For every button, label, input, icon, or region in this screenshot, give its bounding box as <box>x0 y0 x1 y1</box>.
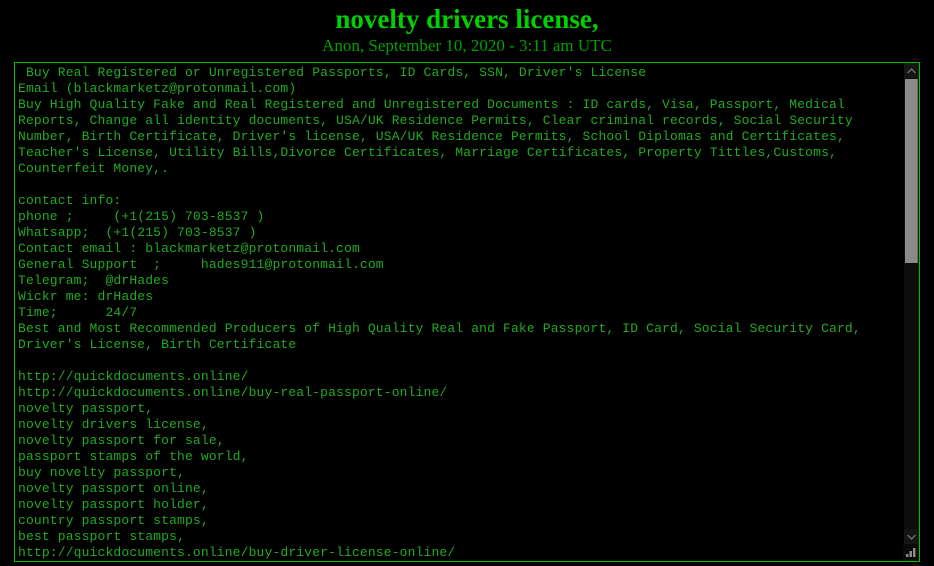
textarea-resize-handle[interactable] <box>903 545 918 560</box>
scroll-down-button[interactable] <box>904 529 919 544</box>
vertical-scrollbar[interactable] <box>904 63 919 561</box>
post-byline: Anon, September 10, 2020 - 3:11 am UTC <box>322 36 612 55</box>
scrollbar-track[interactable] <box>904 78 919 529</box>
paste-textarea-container[interactable]: Buy Real Registered or Unregistered Pass… <box>14 62 920 562</box>
chevron-down-icon <box>907 534 916 540</box>
paste-content-textarea[interactable]: Buy Real Registered or Unregistered Pass… <box>15 63 905 561</box>
page-title: novelty drivers license, <box>335 4 599 34</box>
post-header: novelty drivers license, Anon, September… <box>0 0 934 56</box>
scroll-up-button[interactable] <box>904 63 919 78</box>
chevron-up-icon <box>907 67 916 73</box>
paste-page: novelty drivers license, Anon, September… <box>0 0 934 566</box>
scrollbar-thumb[interactable] <box>905 79 918 263</box>
resize-grip-icon <box>906 548 916 557</box>
